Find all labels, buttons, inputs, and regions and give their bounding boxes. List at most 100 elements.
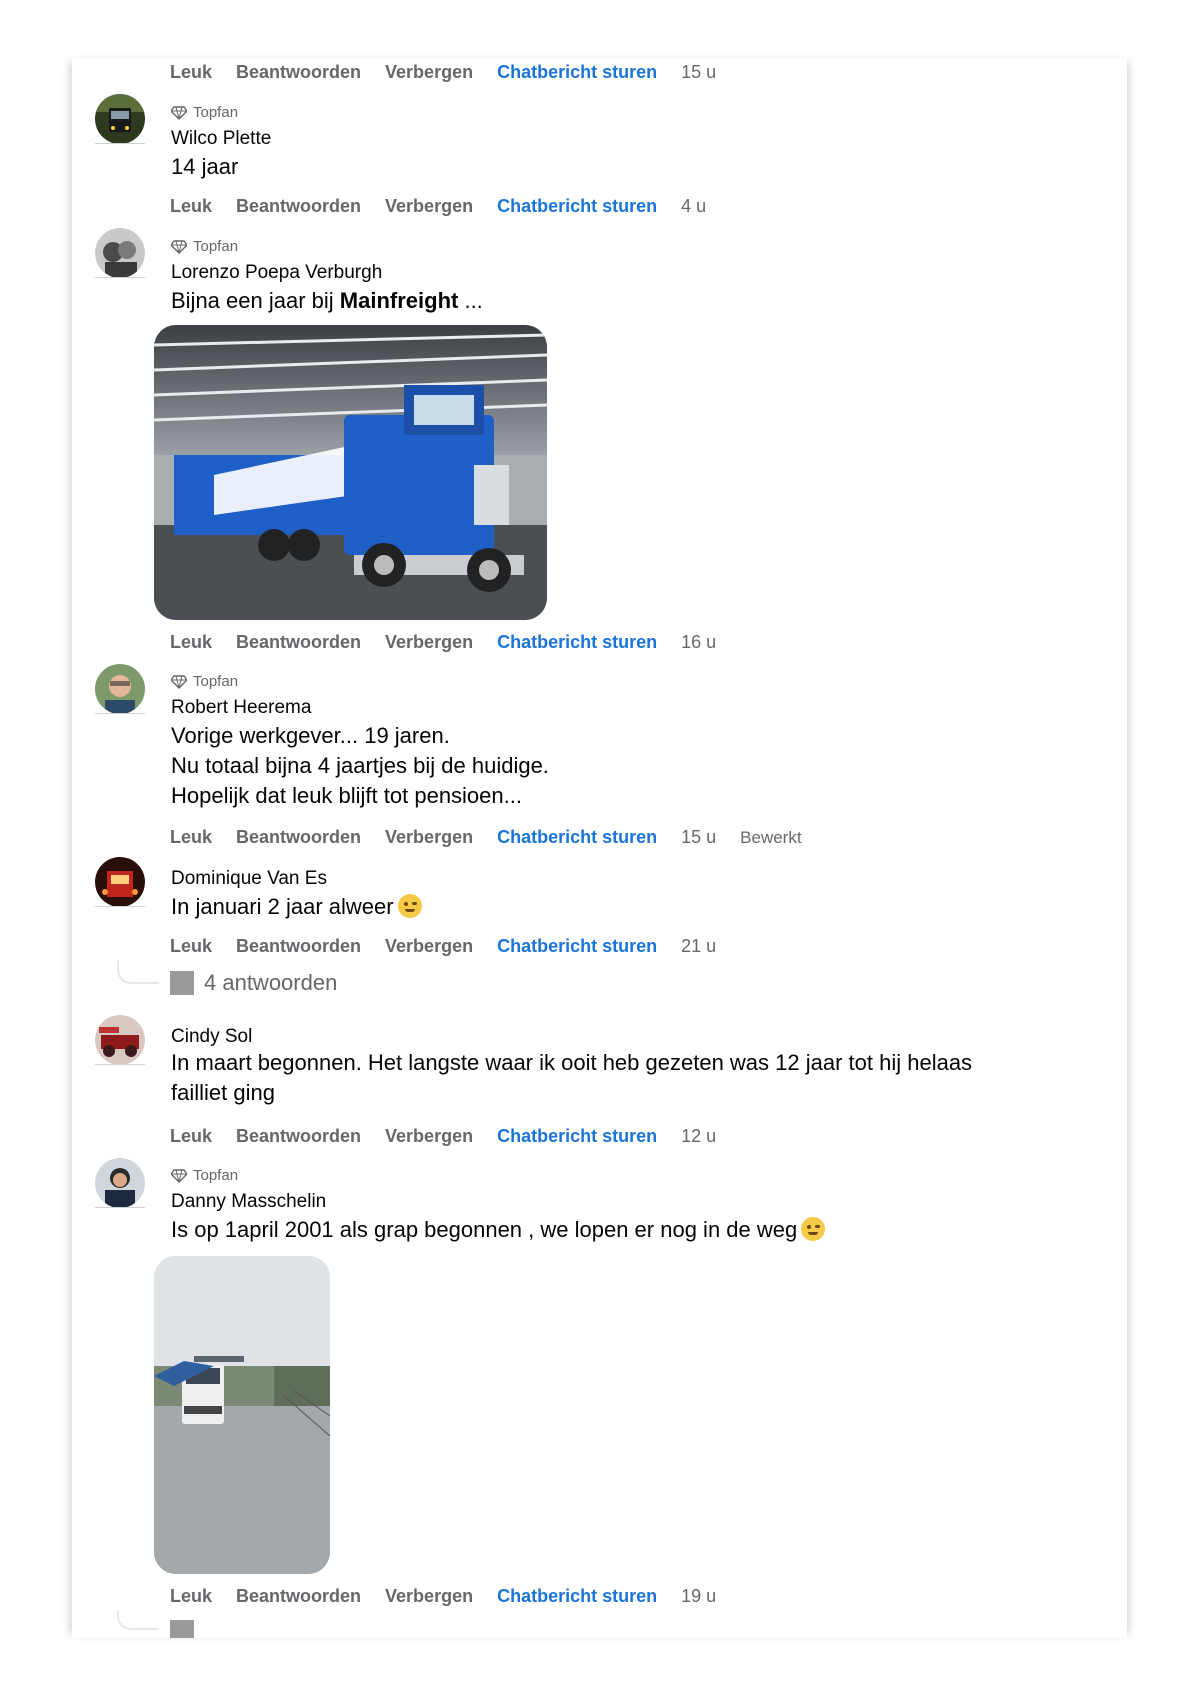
author-name[interactable]: Danny Masschelin (171, 1191, 326, 1213)
hide-button[interactable]: Verbergen (385, 1126, 473, 1147)
replies-icon (170, 971, 194, 995)
topfan-label: Topfan (193, 1167, 239, 1184)
hide-button[interactable]: Verbergen (385, 632, 473, 653)
chat-button[interactable]: Chatbericht sturen (497, 62, 657, 83)
comment-time[interactable]: 19 u (681, 1586, 716, 1607)
reply-button[interactable]: Beantwoorden (236, 632, 361, 653)
divider (95, 277, 145, 278)
comment-time[interactable]: 4 u (681, 196, 706, 217)
comment-text-part: Bijna een jaar bij (171, 288, 340, 313)
comment-actions: Leuk Beantwoorden Verbergen Chatbericht … (170, 827, 826, 848)
like-button[interactable]: Leuk (170, 62, 212, 83)
comment-text-part: In januari 2 jaar alweer (171, 894, 394, 919)
comment-actions: Leuk Beantwoorden Verbergen Chatbericht … (170, 1586, 740, 1607)
comment-actions: Leuk Beantwoorden Verbergen Chatbericht … (170, 632, 740, 653)
author-name[interactable]: Dominique Van Es (171, 868, 327, 890)
topfan-label: Topfan (193, 673, 239, 690)
reply-button[interactable]: Beantwoorden (236, 62, 361, 83)
diamond-icon (171, 1168, 187, 1183)
divider (95, 1207, 145, 1208)
attached-photo[interactable] (154, 1256, 330, 1574)
author-name[interactable]: Cindy Sol (171, 1026, 252, 1048)
chat-button[interactable]: Chatbericht sturen (497, 936, 657, 957)
topfan-badge: Topfan (171, 104, 238, 121)
comment-text-part: ... (458, 288, 483, 313)
comment-actions: Leuk Beantwoorden Verbergen Chatbericht … (170, 62, 740, 83)
mention-link[interactable]: Mainfreight (340, 288, 459, 313)
chat-button[interactable]: Chatbericht sturen (497, 1126, 657, 1147)
like-button[interactable]: Leuk (170, 632, 212, 653)
comment-time[interactable]: 15 u (681, 62, 716, 83)
comment-line: Vorige werkgever... 19 jaren. (171, 723, 450, 748)
hide-button[interactable]: Verbergen (385, 827, 473, 848)
like-button[interactable]: Leuk (170, 196, 212, 217)
avatar[interactable] (95, 857, 145, 907)
comment-line: failliet ging (171, 1080, 275, 1105)
chat-button[interactable]: Chatbericht sturen (497, 827, 657, 848)
reply-thread-line (117, 960, 159, 984)
topfan-badge: Topfan (171, 673, 238, 690)
avatar[interactable] (95, 664, 145, 714)
like-button[interactable]: Leuk (170, 936, 212, 957)
comment-time[interactable]: 16 u (681, 632, 716, 653)
diamond-icon (171, 105, 187, 120)
hide-button[interactable]: Verbergen (385, 196, 473, 217)
divider (95, 906, 145, 907)
comment-text: 14 jaar (171, 154, 239, 179)
avatar[interactable] (95, 94, 145, 144)
comment-text: Is op 1april 2001 als grap begonnen , we… (171, 1215, 826, 1245)
comment-line: Nu totaal bijna 4 jaartjes bij de huidig… (171, 753, 549, 778)
chat-button[interactable]: Chatbericht sturen (497, 1586, 657, 1607)
comment-time[interactable]: 12 u (681, 1126, 716, 1147)
hide-button[interactable]: Verbergen (385, 62, 473, 83)
avatar[interactable] (95, 1158, 145, 1208)
view-replies-link[interactable] (170, 1620, 204, 1638)
topfan-badge: Topfan (171, 238, 238, 255)
view-replies-link[interactable]: 4 antwoorden (170, 970, 337, 996)
chat-button[interactable]: Chatbericht sturen (497, 196, 657, 217)
replies-count[interactable]: 4 antwoorden (204, 970, 337, 996)
diamond-icon (171, 239, 187, 254)
comment-text: Vorige werkgever... 19 jaren. Nu totaal … (171, 721, 549, 811)
attached-photo[interactable] (154, 325, 547, 620)
divider (95, 1064, 145, 1065)
comment-text: In maart begonnen. Het langste waar ik o… (171, 1048, 972, 1108)
comment-time[interactable]: 21 u (681, 936, 716, 957)
emoji-icon (397, 894, 422, 918)
comment-line: Hopelijk dat leuk blijft tot pensioen... (171, 783, 522, 808)
reply-thread-line (117, 1610, 159, 1630)
topfan-label: Topfan (193, 104, 239, 121)
reply-button[interactable]: Beantwoorden (236, 936, 361, 957)
comment-text-part: Is op 1april 2001 als grap begonnen , we… (171, 1217, 798, 1242)
comment-text: In januari 2 jaar alweer (171, 892, 422, 922)
edited-label[interactable]: Bewerkt (740, 828, 801, 848)
hide-button[interactable]: Verbergen (385, 936, 473, 957)
reply-button[interactable]: Beantwoorden (236, 1586, 361, 1607)
avatar[interactable] (95, 228, 145, 278)
reply-button[interactable]: Beantwoorden (236, 196, 361, 217)
divider (95, 713, 145, 714)
topfan-badge: Topfan (171, 1167, 238, 1184)
avatar[interactable] (95, 1015, 145, 1065)
wink-emoji-icon (801, 1217, 826, 1241)
comment-text: Bijna een jaar bij Mainfreight ... (171, 286, 483, 316)
like-button[interactable]: Leuk (170, 1586, 212, 1607)
diamond-icon (171, 674, 187, 689)
reply-button[interactable]: Beantwoorden (236, 827, 361, 848)
comment-actions: Leuk Beantwoorden Verbergen Chatbericht … (170, 936, 740, 957)
comment-actions: Leuk Beantwoorden Verbergen Chatbericht … (170, 196, 730, 217)
author-name[interactable]: Wilco Plette (171, 128, 271, 150)
author-name[interactable]: Lorenzo Poepa Verburgh (171, 262, 382, 284)
divider (95, 143, 145, 144)
hide-button[interactable]: Verbergen (385, 1586, 473, 1607)
comment-line: In maart begonnen. Het langste waar ik o… (171, 1050, 973, 1075)
like-button[interactable]: Leuk (170, 827, 212, 848)
replies-icon (170, 1620, 194, 1638)
comment-time[interactable]: 15 u (681, 827, 716, 848)
reply-button[interactable]: Beantwoorden (236, 1126, 361, 1147)
comment-actions: Leuk Beantwoorden Verbergen Chatbericht … (170, 1126, 740, 1147)
like-button[interactable]: Leuk (170, 1126, 212, 1147)
author-name[interactable]: Robert Heerema (171, 697, 311, 719)
chat-button[interactable]: Chatbericht sturen (497, 632, 657, 653)
topfan-label: Topfan (193, 238, 239, 255)
